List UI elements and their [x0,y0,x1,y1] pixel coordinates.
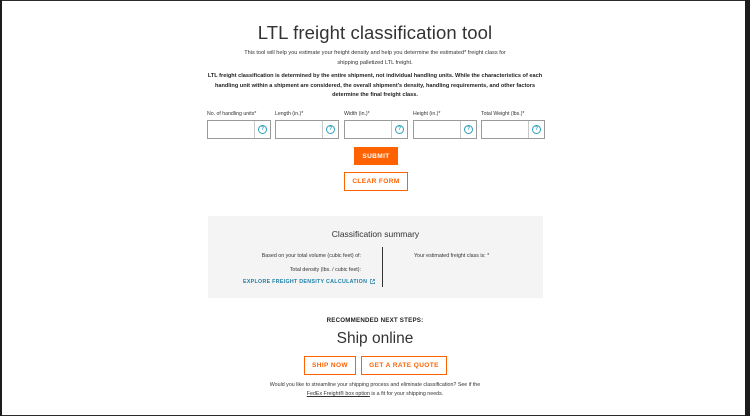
help-icon: ? [395,125,404,134]
estimated-class-label: Your estimated freight class is: * [414,253,490,259]
intro-text: This tool will help you estimate your fr… [244,50,506,66]
handling-units-help[interactable]: ? [254,121,270,138]
classification-summary: Classification summary Based on your tot… [208,216,543,298]
classification-note: LTL freight classification is determined… [207,73,543,98]
density-calculation-link[interactable]: EXPLORE FREIGHT DENSITY CALCULATION [243,279,375,285]
width-help[interactable]: ? [391,121,407,138]
next-steps-heading: RECOMMENDED NEXT STEPS: [326,317,424,324]
box-option-link[interactable]: FedEx Freight® box option [307,391,370,397]
length-box: ? [275,120,339,139]
summary-divider [382,247,383,287]
handling-units-box: ? [207,120,271,139]
length-label: Length (in.)* [275,111,304,117]
clear-form-button[interactable]: CLEAR FORM [344,172,408,191]
height-input[interactable] [414,121,460,138]
width-input[interactable] [345,121,391,138]
weight-help[interactable]: ? [528,121,544,138]
height-box: ? [413,120,477,139]
help-icon: ? [326,125,335,134]
length-field: Length (in.)* ? [275,110,339,139]
length-input[interactable] [276,121,322,138]
footer-text: Would you like to streamline your shippi… [269,382,481,397]
summary-title: Classification summary [331,229,420,239]
weight-field: Total Weight (lbs.)* ? [481,110,545,139]
left-edge [0,0,2,416]
rate-quote-button[interactable]: GET A RATE QUOTE [361,356,447,375]
page-title: LTL freight classification tool [257,22,493,43]
total-volume-label: Based on your total volume (cubic feet) … [261,253,361,259]
help-icon: ? [532,125,541,134]
handling-units-input[interactable] [208,121,254,138]
height-help[interactable]: ? [460,121,476,138]
external-link-icon [370,279,375,284]
weight-input[interactable] [482,121,528,138]
total-density-label: Total density (lbs. / cubic feet): [289,267,361,273]
scrollbar[interactable] [745,0,750,416]
length-help[interactable]: ? [322,121,338,138]
ship-now-button[interactable]: SHIP NOW [304,356,356,375]
width-field: Width (in.)* ? [344,110,408,139]
help-icon: ? [464,125,473,134]
help-icon: ? [258,125,267,134]
height-field: Height (in.)* ? [413,110,477,139]
ship-online-title: Ship online [336,330,414,347]
handling-units-field: No. of handling units* ? [207,110,271,139]
width-label: Width (in.)* [344,111,370,117]
width-box: ? [344,120,408,139]
handling-units-label: No. of handling units* [207,111,257,117]
weight-box: ? [481,120,545,139]
height-label: Height (in.)* [413,111,441,117]
weight-label: Total Weight (lbs.)* [481,111,525,117]
submit-button[interactable]: SUBMIT [354,147,398,165]
